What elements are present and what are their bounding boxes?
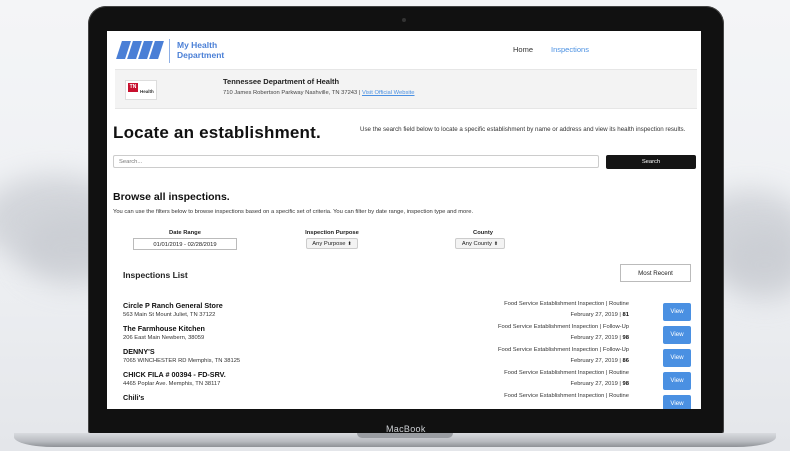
nav-inspections-link[interactable]: Inspections	[551, 45, 589, 54]
inspection-date-text: February 27, 2019 |	[570, 381, 623, 387]
list-item: Chili's Food Service Establishment Inspe…	[123, 393, 691, 409]
establishment-address: 206 East Main Newbern, 38059	[123, 335, 205, 341]
inspection-date: February 27, 2019 | 86	[570, 358, 629, 364]
list-item: Circle P Ranch General Store 563 Main St…	[123, 301, 691, 323]
view-button[interactable]: View	[663, 303, 691, 321]
date-range-label: Date Range	[169, 230, 201, 236]
locate-description: Use the search field below to locate a s…	[360, 126, 686, 133]
view-button[interactable]: View	[663, 372, 691, 390]
logo-line-2: Department	[177, 50, 225, 60]
department-name: Tennessee Department of Health	[223, 77, 340, 86]
view-button[interactable]: View	[663, 395, 691, 409]
inspection-score: 98	[622, 335, 629, 341]
list-item: DENNY'S 7065 WINCHESTER RD Memphis, TN 3…	[123, 347, 691, 369]
inspection-purpose-select[interactable]: Any Purpose ⬍	[306, 238, 358, 249]
laptop-screen: My Health Department Home Inspections TN…	[107, 31, 701, 409]
logo-line-1: My Health	[177, 40, 218, 50]
date-range-input[interactable]: 01/01/2019 - 02/28/2019	[133, 238, 237, 250]
establishment-name[interactable]: Circle P Ranch General Store	[123, 301, 223, 310]
inspection-date: February 27, 2019 | 81	[570, 312, 629, 318]
search-button[interactable]: Search	[606, 155, 696, 169]
inspection-type: Food Service Establishment Inspection | …	[497, 347, 629, 353]
inspection-purpose-value: Any Purpose	[312, 241, 346, 247]
establishment-name[interactable]: DENNY'S	[123, 347, 155, 356]
inspection-score: 98	[622, 381, 629, 387]
select-caret-icon: ⬍	[493, 241, 499, 247]
top-navbar: My Health Department Home Inspections	[107, 31, 701, 69]
logo-divider	[169, 39, 170, 63]
department-address: 710 James Robertson Parkway Nashville, T…	[223, 90, 415, 96]
tn-logo-badge: TN	[128, 83, 138, 92]
establishment-name[interactable]: CHICK FILA # 00394 - FD-SRV.	[123, 370, 226, 379]
department-address-text: 710 James Robertson Parkway Nashville, T…	[223, 90, 362, 96]
official-website-link[interactable]: Visit Official Website	[362, 90, 415, 96]
county-value: Any County	[461, 241, 492, 247]
camera-icon	[402, 18, 406, 22]
department-banner: TN Health Tennessee Department of Health…	[115, 69, 697, 109]
inspection-date-text: February 27, 2019 |	[570, 358, 623, 364]
establishment-address: 563 Main St Mount Juliet, TN 37122	[123, 312, 216, 318]
inspection-type: Food Service Establishment Inspection | …	[504, 370, 629, 376]
inspection-date-text: February 27, 2019 |	[570, 312, 623, 318]
inspections-list-title: Inspections List	[123, 270, 188, 280]
establishment-name[interactable]: Chili's	[123, 393, 144, 402]
search-input[interactable]: Search...	[113, 155, 599, 168]
inspection-score: 86	[622, 358, 629, 364]
view-button[interactable]: View	[663, 349, 691, 367]
establishment-address: 7065 WINCHESTER RD Memphis, TN 38125	[123, 358, 241, 364]
inspection-type: Food Service Establishment Inspection | …	[504, 393, 629, 399]
browse-description: You can use the filters below to browse …	[113, 209, 474, 215]
tn-health-logo: TN Health	[125, 80, 157, 100]
list-item: CHICK FILA # 00394 - FD-SRV. 4465 Poplar…	[123, 370, 691, 392]
browse-title: Browse all inspections.	[113, 191, 230, 203]
establishment-name[interactable]: The Farmhouse Kitchen	[123, 324, 205, 333]
sort-most-recent-button[interactable]: Most Recent	[620, 264, 691, 282]
inspection-date-text: February 27, 2019 |	[570, 335, 623, 341]
laptop-brand-label: MacBook	[386, 424, 426, 434]
logo-icon[interactable]	[116, 41, 164, 59]
establishment-address: 4465 Poplar Ave. Memphis, TN 38117	[123, 381, 221, 387]
inspection-type: Food Service Establishment Inspection | …	[504, 301, 629, 307]
inspection-type: Food Service Establishment Inspection | …	[497, 324, 629, 330]
list-item: The Farmhouse Kitchen 206 East Main Newb…	[123, 324, 691, 346]
county-select[interactable]: Any County ⬍	[455, 238, 505, 249]
inspection-date: February 27, 2019 | 98	[570, 335, 629, 341]
tn-logo-text: Health	[140, 89, 154, 94]
site-logo-text[interactable]: My Health Department	[177, 40, 257, 60]
county-label: County	[473, 230, 493, 236]
locate-title: Locate an establishment.	[113, 123, 321, 142]
inspection-score: 81	[622, 312, 629, 318]
select-caret-icon: ⬍	[347, 241, 352, 247]
inspection-purpose-label: Inspection Purpose	[305, 230, 359, 236]
nav-home-link[interactable]: Home	[513, 45, 533, 54]
inspection-date: February 27, 2019 | 98	[570, 381, 629, 387]
view-button[interactable]: View	[663, 326, 691, 344]
